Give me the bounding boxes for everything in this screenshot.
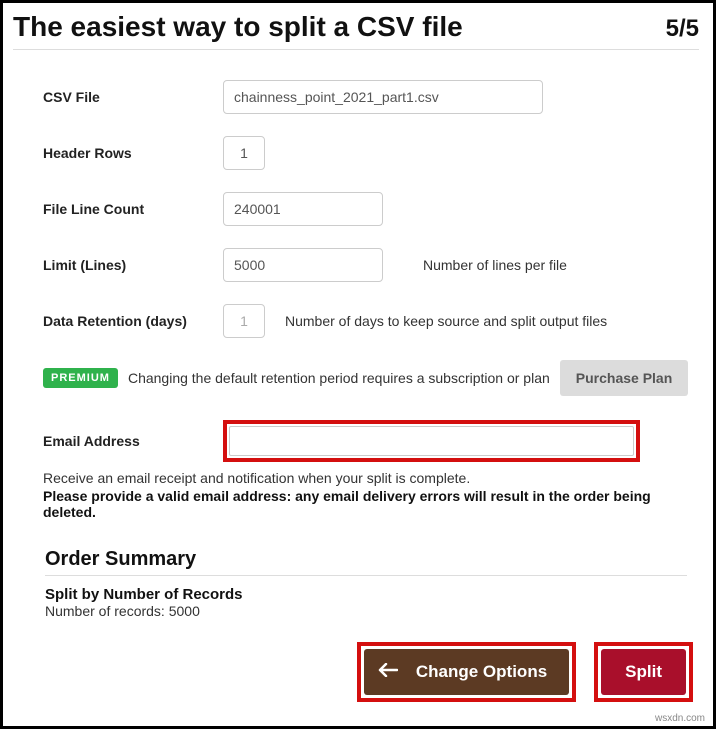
page-title: The easiest way to split a CSV file [13, 11, 463, 43]
row-csv-file: CSV File [43, 80, 689, 114]
label-limit: Limit (Lines) [43, 257, 223, 273]
input-email[interactable] [229, 426, 634, 456]
label-header-rows: Header Rows [43, 145, 223, 161]
order-summary: Order Summary Split by Number of Records… [43, 548, 689, 619]
field-retention [223, 304, 265, 338]
footer-actions: Change Options Split [357, 642, 693, 702]
app-frame: The easiest way to split a CSV file 5/5 … [0, 0, 716, 729]
change-options-highlight: Change Options [357, 642, 576, 702]
summary-title: Order Summary [45, 548, 687, 571]
input-line-count[interactable] [223, 192, 383, 226]
arrow-left-icon [378, 662, 398, 682]
note-receipt: Receive an email receipt and notificatio… [43, 470, 689, 486]
hint-limit: Number of lines per file [423, 257, 567, 273]
email-highlight [223, 420, 640, 462]
input-csv-file[interactable] [223, 80, 543, 114]
form: CSV File Header Rows File Line Count Lim… [13, 50, 699, 619]
row-limit: Limit (Lines) Number of lines per file [43, 248, 689, 282]
label-line-count: File Line Count [43, 201, 223, 217]
label-retention: Data Retention (days) [43, 313, 223, 329]
field-limit [223, 248, 383, 282]
row-retention: Data Retention (days) Number of days to … [43, 304, 689, 338]
premium-row: PREMIUM Changing the default retention p… [43, 360, 689, 396]
input-limit[interactable] [223, 248, 383, 282]
input-retention [223, 304, 265, 338]
notes: Receive an email receipt and notificatio… [43, 470, 689, 520]
step-indicator: 5/5 [666, 15, 699, 43]
row-email: Email Address [43, 420, 689, 462]
field-header-rows [223, 136, 265, 170]
change-options-button[interactable]: Change Options [364, 649, 569, 695]
summary-divider [45, 575, 687, 576]
watermark: wsxdn.com [655, 713, 705, 724]
premium-badge: PREMIUM [43, 368, 118, 388]
purchase-plan-button[interactable]: Purchase Plan [560, 360, 689, 396]
premium-text: Changing the default retention period re… [128, 370, 550, 386]
field-line-count [223, 192, 383, 226]
note-warning: Please provide a valid email address: an… [43, 488, 689, 520]
hint-retention: Number of days to keep source and split … [285, 313, 607, 329]
field-csv-file [223, 80, 543, 114]
input-header-rows[interactable] [223, 136, 265, 170]
label-csv-file: CSV File [43, 89, 223, 105]
label-email: Email Address [43, 433, 223, 449]
split-button[interactable]: Split [601, 649, 686, 695]
row-line-count: File Line Count [43, 192, 689, 226]
summary-method: Split by Number of Records [45, 586, 687, 603]
row-header-rows: Header Rows [43, 136, 689, 170]
summary-records: Number of records: 5000 [45, 603, 687, 619]
split-highlight: Split [594, 642, 693, 702]
header: The easiest way to split a CSV file 5/5 [13, 11, 699, 47]
change-options-label: Change Options [416, 662, 547, 682]
